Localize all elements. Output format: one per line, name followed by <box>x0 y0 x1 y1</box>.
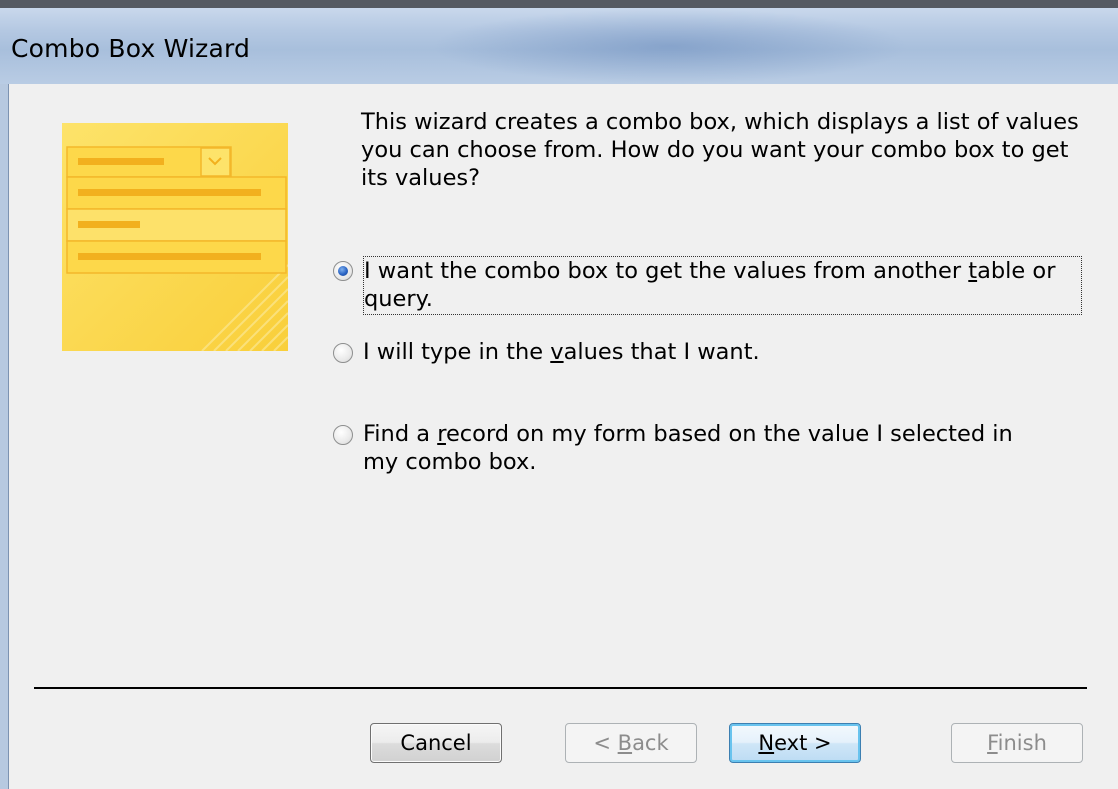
option-label-text: ecord on my form based on the value I se… <box>363 421 1013 475</box>
wizard-window: Combo Box Wizard This wizard creates a c… <box>0 0 1118 789</box>
wizard-instructions: This wizard creates a combo box, which d… <box>361 109 1079 191</box>
back-button-label: ack <box>632 731 669 755</box>
option-label-text: Find a <box>363 421 438 447</box>
back-button-accesskey: B <box>617 731 633 755</box>
option-label-text: alues that I want. <box>563 339 760 365</box>
option-label-text: I will type in the <box>363 339 551 365</box>
window-title: Combo Box Wizard <box>11 34 251 63</box>
option-table-query-label[interactable]: I want the combo box to get the values f… <box>363 256 1082 315</box>
title-bar[interactable]: Combo Box Wizard <box>0 0 1118 84</box>
window-frame-left <box>0 84 9 789</box>
option-type-values-label[interactable]: I will type in the values that I want. <box>363 338 760 366</box>
next-button-label: ext > <box>774 731 832 755</box>
option-accesskey: t <box>968 258 978 284</box>
button-separator <box>34 687 1087 689</box>
back-button[interactable]: < Back <box>565 723 697 763</box>
option-label-text: I want the combo box to get the values f… <box>364 258 969 284</box>
combo-box-wizard-illustration <box>62 123 288 351</box>
next-button-accesskey: N <box>758 731 775 755</box>
radio-type-values[interactable] <box>333 343 353 363</box>
cancel-button[interactable]: Cancel <box>370 723 502 763</box>
radio-selected-dot <box>338 266 348 276</box>
title-bar-glow <box>430 8 910 84</box>
finish-button-accesskey: F <box>987 731 998 755</box>
option-accesskey: r <box>437 421 446 447</box>
option-find-record-label[interactable]: Find a record on my form based on the va… <box>363 420 1053 476</box>
cancel-button-label: Cancel <box>400 731 472 755</box>
radio-table-query[interactable] <box>333 261 353 281</box>
option-accesskey: v <box>550 339 564 365</box>
radio-find-record[interactable] <box>333 425 353 445</box>
finish-button-label: inish <box>997 731 1047 755</box>
finish-button[interactable]: Finish <box>951 723 1083 763</box>
back-button-label: < <box>593 731 618 755</box>
next-button[interactable]: Next > <box>729 723 861 763</box>
